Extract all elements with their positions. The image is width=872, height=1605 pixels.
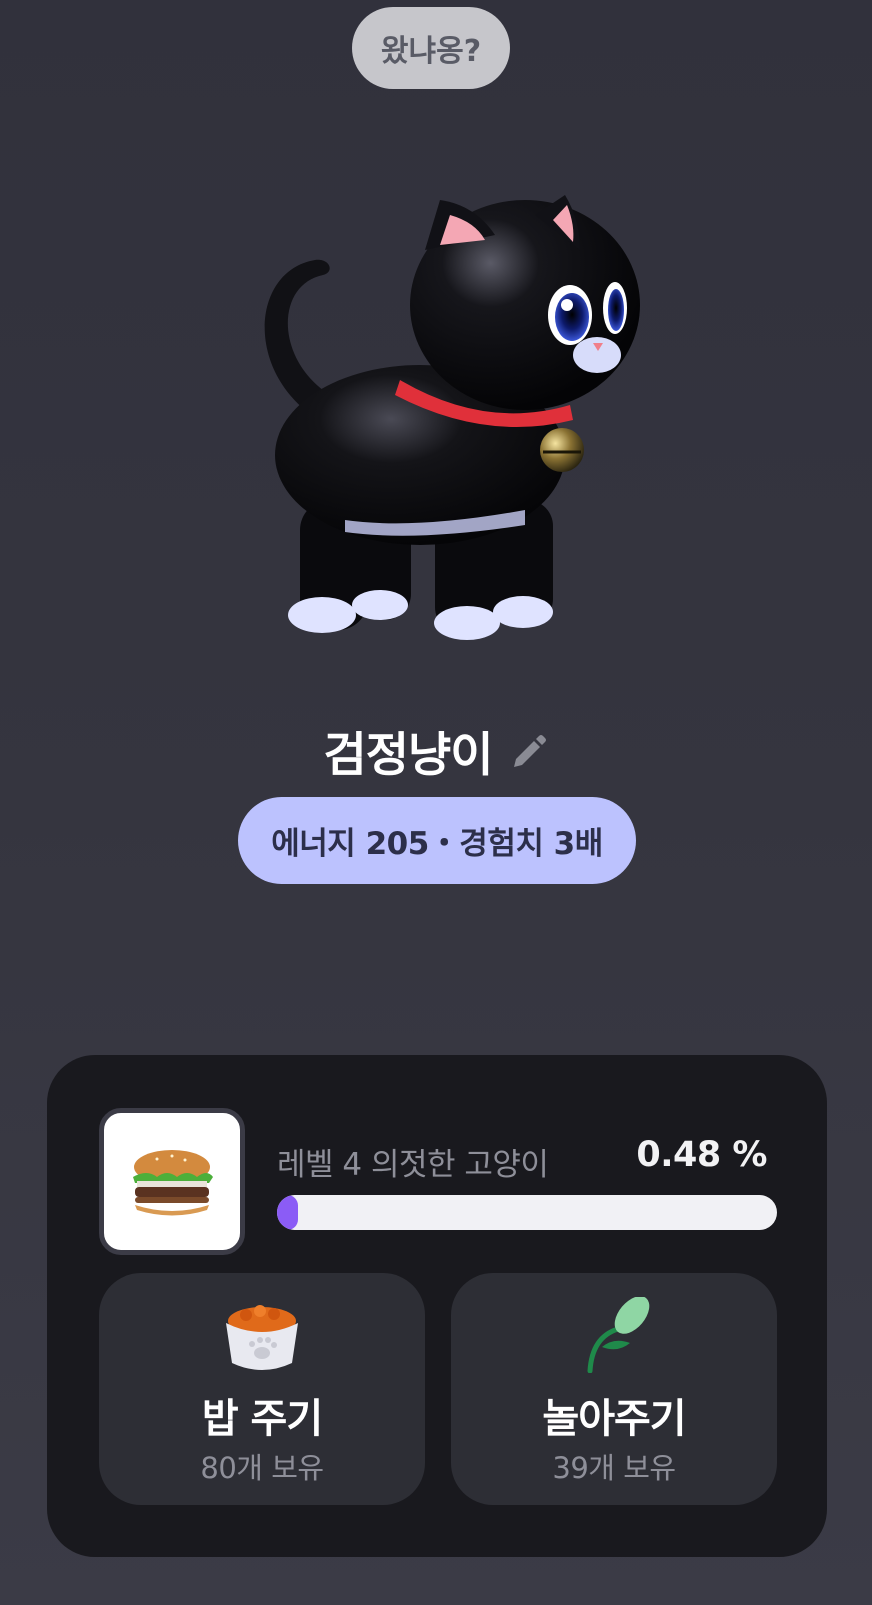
feed-button[interactable]: 밥 주기 80개 보유 — [99, 1273, 425, 1505]
pet-name-row: 검정냥이 — [0, 715, 872, 785]
level-progress-bar — [277, 1195, 777, 1230]
level-percent: 0.48 % — [636, 1135, 767, 1175]
feed-label: 밥 주기 — [201, 1396, 323, 1442]
hamburger-icon — [133, 1149, 213, 1215]
food-bowl-icon — [226, 1305, 298, 1370]
status-panel: 레벨 4 의젓한 고양이 0.48 % 밥 주기 80개 보유 놀아주기 39개… — [47, 1055, 827, 1557]
cat-toy-icon — [587, 1297, 650, 1373]
play-count: 39개 보유 — [552, 1451, 676, 1485]
feed-count: 80개 보유 — [200, 1451, 324, 1485]
play-label: 놀아주기 — [542, 1396, 686, 1442]
energy-text: 에너지 205・경험치 3배 — [271, 826, 603, 862]
level-label: 레벨 4 의젓한 고양이 — [277, 1147, 549, 1183]
pet-name: 검정냥이 — [323, 727, 494, 783]
pencil-icon[interactable] — [508, 733, 548, 773]
play-button[interactable]: 놀아주기 39개 보유 — [451, 1273, 777, 1505]
greeting-bubble: 왔냐옹? — [352, 7, 510, 89]
energy-badge: 에너지 205・경험치 3배 — [238, 797, 636, 884]
black-cat-image[interactable] — [235, 180, 655, 670]
greeting-text: 왔냐옹? — [380, 34, 482, 69]
level-progress-fill — [277, 1195, 298, 1230]
level-item-box[interactable] — [99, 1108, 245, 1255]
